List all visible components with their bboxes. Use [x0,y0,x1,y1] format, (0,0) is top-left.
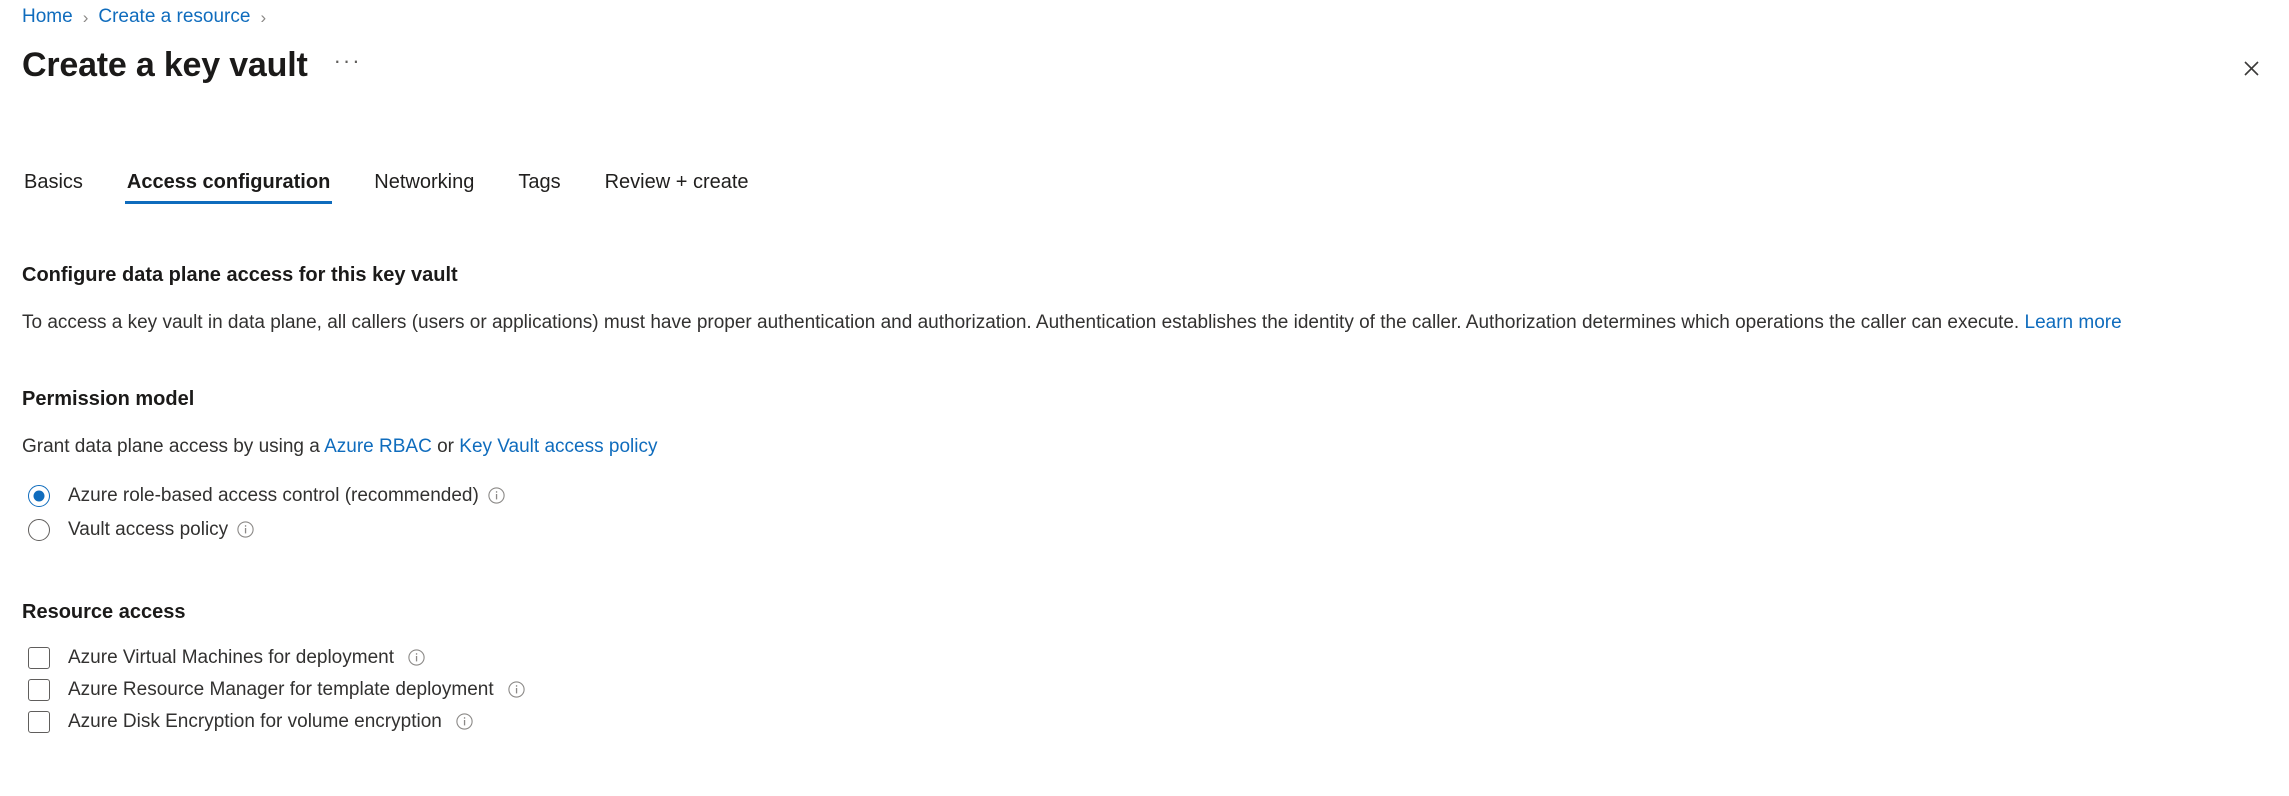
radio-azure-rbac[interactable] [28,485,50,507]
check-row-azure-virtual-machines[interactable]: Azure Virtual Machines for deployment [22,642,2289,674]
data-plane-description: To access a key vault in data plane, all… [22,310,2289,336]
resource-access-checkbox-group: Azure Virtual Machines for deployment Az… [22,642,2289,738]
check-row-azure-disk-encryption[interactable]: Azure Disk Encryption for volume encrypt… [22,706,2289,738]
radio-label-azure-rbac: Azure role-based access control (recomme… [68,485,479,506]
key-vault-access-policy-link[interactable]: Key Vault access policy [459,436,657,457]
data-plane-learn-more-link[interactable]: Learn more [2025,312,2122,333]
permission-model-heading: Permission model [22,388,195,410]
create-key-vault-blade: Home › Create a resource › Create a key … [0,0,2289,796]
radio-vault-access-policy[interactable] [28,519,50,541]
title-row: Create a key vault ··· [22,42,366,88]
checkbox-azure-disk-encryption[interactable] [28,711,50,733]
data-plane-heading: Configure data plane access for this key… [22,264,458,286]
tab-bar: Basics Access configuration Networking T… [22,160,751,208]
permission-model-description-prefix: Grant data plane access by using a [22,436,320,457]
checkbox-azure-virtual-machines[interactable] [28,647,50,669]
more-options-button[interactable]: ··· [330,49,366,81]
azure-rbac-link[interactable]: Azure RBAC [324,436,432,457]
permission-model-description-middle: or [437,436,454,457]
checkbox-azure-resource-manager[interactable] [28,679,50,701]
radio-row-azure-rbac[interactable]: Azure role-based access control (recomme… [22,479,2289,513]
tab-networking[interactable]: Networking [372,170,476,208]
resource-access-heading: Resource access [22,601,186,623]
chevron-right-icon: › [82,7,89,27]
info-icon[interactable] [488,486,505,504]
info-icon[interactable] [507,680,525,698]
info-icon[interactable] [408,648,425,666]
check-label-azure-disk-encryption: Azure Disk Encryption for volume encrypt… [68,711,442,732]
breadcrumb-item-create-a-resource[interactable]: Create a resource [98,6,250,28]
info-icon[interactable] [237,520,254,538]
permission-model-radio-group: Azure role-based access control (recomme… [22,479,2289,547]
check-label-azure-resource-manager: Azure Resource Manager for template depl… [68,679,494,700]
page-title: Create a key vault [22,46,308,84]
radio-row-vault-access-policy[interactable]: Vault access policy [22,513,2289,547]
check-row-azure-resource-manager[interactable]: Azure Resource Manager for template depl… [22,674,2289,706]
tab-review-create[interactable]: Review + create [603,170,751,208]
tab-access-configuration[interactable]: Access configuration [124,170,333,208]
info-icon[interactable] [456,712,473,730]
chevron-right-icon: › [260,7,267,27]
breadcrumb-item-home[interactable]: Home [22,6,73,28]
check-label-azure-virtual-machines: Azure Virtual Machines for deployment [68,647,394,668]
access-configuration-form: Configure data plane access for this key… [22,262,2289,738]
close-icon [2243,60,2259,76]
permission-model-description: Grant data plane access by using a Azure… [22,434,2289,460]
close-button[interactable] [2231,48,2271,88]
radio-label-vault-access-policy: Vault access policy [68,519,229,540]
tab-basics[interactable]: Basics [22,170,85,208]
data-plane-description-text: To access a key vault in data plane, all… [22,312,2020,333]
tab-tags[interactable]: Tags [516,170,562,208]
breadcrumb: Home › Create a resource › [22,4,276,30]
